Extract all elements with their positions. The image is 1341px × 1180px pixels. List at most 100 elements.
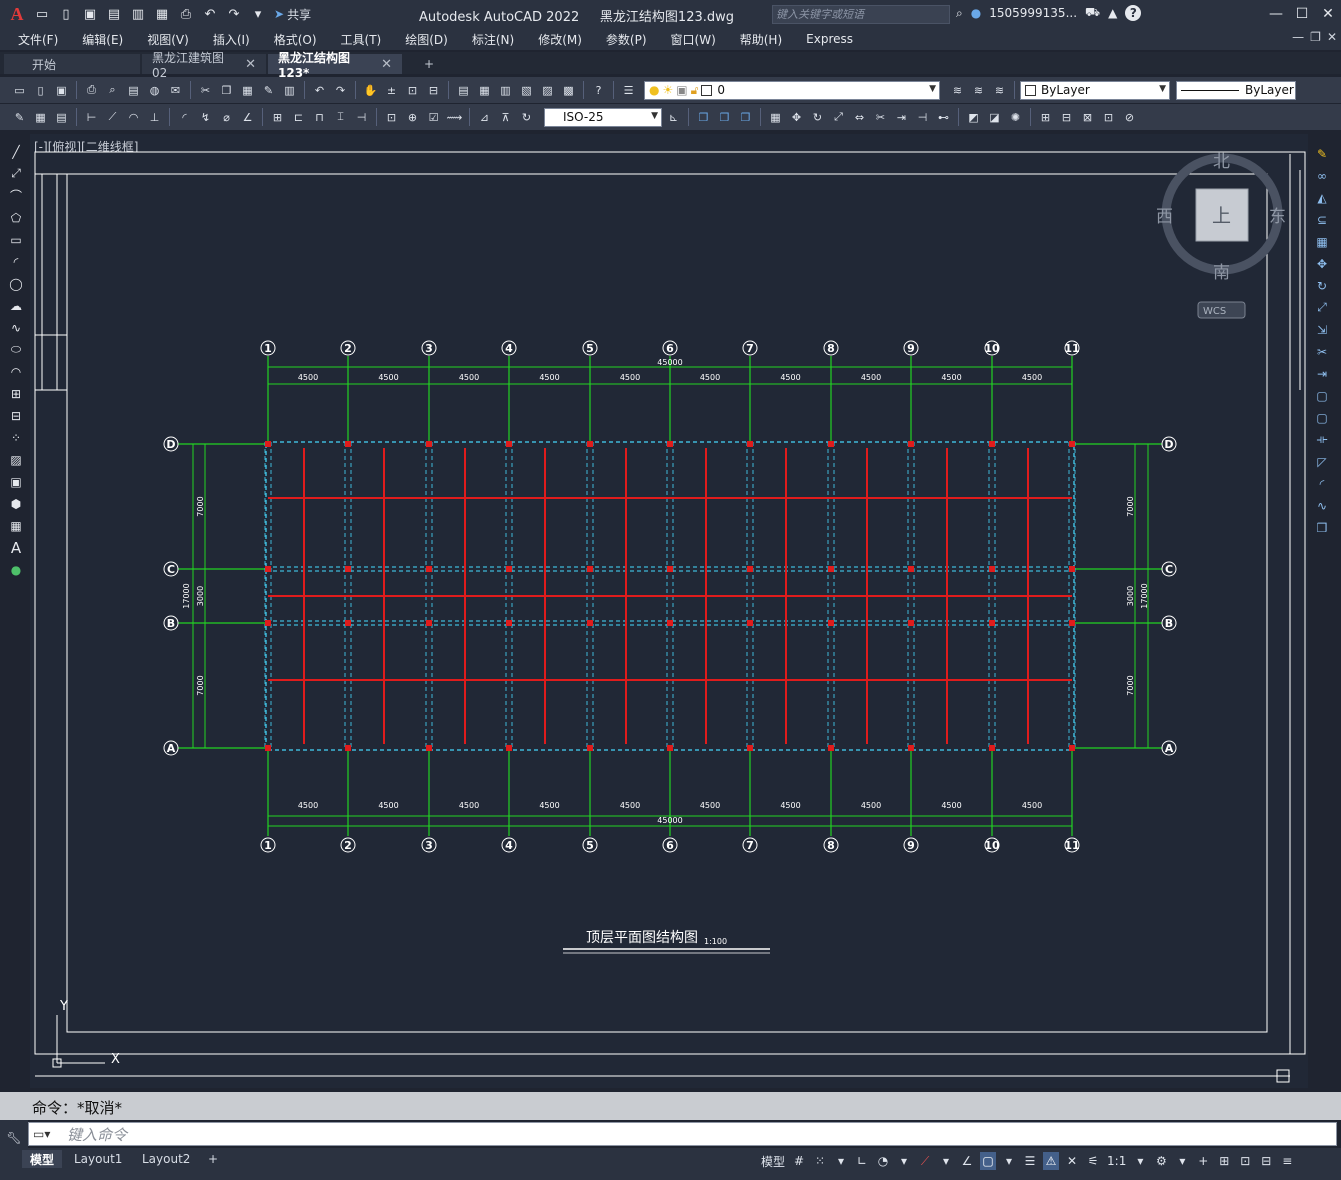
block-editor-icon[interactable]: ▥: [280, 81, 299, 100]
quick-dim-icon[interactable]: ⊞: [268, 108, 287, 127]
tab-model[interactable]: 模型: [22, 1150, 63, 1168]
ellipse-icon[interactable]: ⬭: [6, 340, 26, 359]
menu-insert[interactable]: 插入(I): [207, 31, 256, 48]
angular-dim-icon[interactable]: ∠: [238, 108, 257, 127]
auto-scale-icon[interactable]: ✕: [1064, 1152, 1080, 1170]
menu-file[interactable]: 文件(F): [12, 31, 64, 48]
object-snap-tracking-icon[interactable]: ∠: [959, 1152, 975, 1170]
blend-icon[interactable]: ∿: [1312, 496, 1332, 515]
modify-fillet-icon[interactable]: ◪: [985, 108, 1004, 127]
jogged-linear-icon[interactable]: ⟿: [445, 108, 464, 127]
paste-icon[interactable]: ▦: [238, 81, 257, 100]
mirror-icon[interactable]: ◭: [1312, 188, 1332, 207]
customize-status-icon[interactable]: ≡: [1279, 1152, 1295, 1170]
viewport-controls[interactable]: [-][俯视][二维线框]: [34, 138, 138, 155]
modify-explode-icon[interactable]: ✺: [1006, 108, 1025, 127]
redo-icon[interactable]: ↷: [331, 81, 350, 100]
customize-icon[interactable]: 🔧︎: [6, 1131, 21, 1145]
user-icon[interactable]: ●: [971, 6, 981, 20]
properties-icon[interactable]: ▤: [454, 81, 473, 100]
markup-icon[interactable]: ▨: [538, 81, 557, 100]
menu-help[interactable]: 帮助(H): [734, 31, 788, 48]
menu-tools[interactable]: 工具(T): [335, 31, 388, 48]
tab-start[interactable]: 开始: [4, 54, 140, 74]
autocad-logo-icon[interactable]: A: [6, 3, 28, 25]
chevron-down-icon[interactable]: ▾: [896, 1152, 912, 1170]
modify-move-icon[interactable]: ✥: [787, 108, 806, 127]
rectangle-icon[interactable]: ▭: [6, 230, 26, 249]
tab-layout1[interactable]: Layout1: [66, 1150, 130, 1168]
hardware-acceleration-icon[interactable]: ⊡: [1237, 1152, 1253, 1170]
model-space-button[interactable]: 模型: [760, 1152, 786, 1170]
polygon-icon[interactable]: ⬠: [6, 208, 26, 227]
undo-icon[interactable]: ↶: [200, 4, 220, 24]
lineweight-icon[interactable]: ☰: [1022, 1152, 1038, 1170]
layer-previous-icon[interactable]: ≋: [969, 81, 988, 100]
etransmit-icon[interactable]: ✉: [166, 81, 185, 100]
tolerance-icon[interactable]: ⊡: [382, 108, 401, 127]
plot-icon[interactable]: ⎙: [82, 81, 101, 100]
share-button[interactable]: ➤ 共享: [274, 6, 311, 23]
close-tab-icon[interactable]: ✕: [245, 57, 256, 72]
chamfer-icon[interactable]: ◸: [1312, 452, 1332, 471]
tab-structure-drawing[interactable]: 黑龙江结构图123* ✕: [268, 51, 402, 80]
break-at-point-icon[interactable]: ▢: [1312, 386, 1332, 405]
web-icon[interactable]: ◍: [145, 81, 164, 100]
jogged-dim-icon[interactable]: ↯: [196, 108, 215, 127]
arc-icon[interactable]: ◜: [6, 252, 26, 271]
modify-extend-icon[interactable]: ⇥: [892, 108, 911, 127]
cut-icon[interactable]: ✂: [196, 81, 215, 100]
tab-layout2[interactable]: Layout2: [134, 1150, 198, 1168]
line-icon[interactable]: ╱: [6, 142, 26, 161]
modify-offset-icon[interactable]: ❐: [736, 108, 755, 127]
plot-icon[interactable]: ▦: [152, 4, 172, 24]
publish-icon[interactable]: ▥: [128, 4, 148, 24]
quickcalc-icon[interactable]: ▩: [559, 81, 578, 100]
open-icon[interactable]: ▯: [31, 81, 50, 100]
layer-on-icon[interactable]: ●: [649, 83, 659, 97]
block-create-icon[interactable]: ⊟: [1057, 108, 1076, 127]
zoom-previous-icon[interactable]: ⊟: [424, 81, 443, 100]
image-icon[interactable]: ⊡: [1099, 108, 1118, 127]
explode-icon[interactable]: ❒: [1312, 518, 1332, 537]
command-input[interactable]: ▭▾ 键入命令: [28, 1122, 1337, 1146]
grid-icon[interactable]: #: [791, 1152, 807, 1170]
polar-icon[interactable]: ◔: [875, 1152, 891, 1170]
trim-icon[interactable]: ✂: [1312, 342, 1332, 361]
menu-view[interactable]: 视图(V): [141, 31, 195, 48]
inspection-icon[interactable]: ☑: [424, 108, 443, 127]
circle-icon[interactable]: ◯: [6, 274, 26, 293]
layer-lock-icon[interactable]: 🔓︎: [691, 83, 699, 98]
diameter-dim-icon[interactable]: ⌀: [217, 108, 236, 127]
dim-style-manager-icon[interactable]: ⊾: [664, 108, 683, 127]
annotation-scale-value[interactable]: 1:1: [1106, 1152, 1127, 1170]
menu-dimension[interactable]: 标注(N): [466, 31, 520, 48]
text-style-icon[interactable]: ✎: [10, 108, 29, 127]
join-icon[interactable]: ⟛: [1312, 430, 1332, 449]
baseline-dim-icon[interactable]: ⊏: [289, 108, 308, 127]
modify-array-icon[interactable]: ▦: [766, 108, 785, 127]
menu-parametric[interactable]: 参数(P): [600, 31, 653, 48]
dim-text-edit-icon[interactable]: ⊼: [496, 108, 515, 127]
chevron-down-icon[interactable]: ▾: [1174, 1152, 1190, 1170]
new-icon[interactable]: ▭: [10, 81, 29, 100]
linear-dim-icon[interactable]: ⊢: [82, 108, 101, 127]
modify-chamfer-icon[interactable]: ◩: [964, 108, 983, 127]
close-icon[interactable]: ✕: [1315, 0, 1341, 28]
search-input[interactable]: 键入关键字或短语: [772, 5, 950, 24]
revision-cloud-icon[interactable]: ☁: [6, 296, 26, 315]
doc-close-icon[interactable]: ✕: [1327, 30, 1337, 44]
pan-icon[interactable]: ✋: [361, 81, 380, 100]
annotation-visibility-icon[interactable]: ⚠: [1043, 1152, 1060, 1170]
array-icon[interactable]: ▦: [1312, 232, 1332, 251]
multiline-text-icon[interactable]: A: [6, 538, 26, 557]
menu-format[interactable]: 格式(O): [268, 31, 323, 48]
modify-copy-icon[interactable]: ❐: [694, 108, 713, 127]
gradient-icon[interactable]: ▣: [6, 472, 26, 491]
dim-update-icon[interactable]: ↻: [517, 108, 536, 127]
match-properties-icon[interactable]: ✎: [259, 81, 278, 100]
region-icon[interactable]: ⬢: [6, 494, 26, 513]
linetype-dropdown[interactable]: ByLayer: [1176, 80, 1296, 100]
dim-break-icon[interactable]: ⊣: [352, 108, 371, 127]
move-icon[interactable]: ✥: [1312, 254, 1332, 273]
